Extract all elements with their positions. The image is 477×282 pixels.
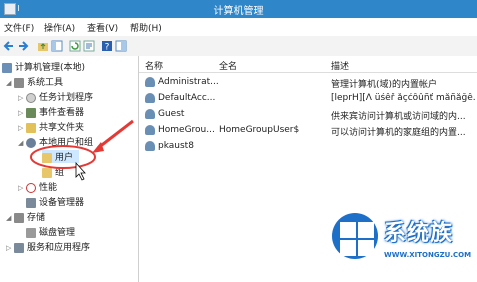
watermark-url: WWW.XITONGZU.COM (384, 251, 472, 259)
highlight-circle (30, 145, 96, 169)
watermark-logo: 系统族 WWW.XITONGZU.COM (326, 205, 476, 281)
annotation-arrow (97, 119, 134, 150)
windows-logo-icon (332, 213, 378, 259)
watermark-brand: 系统族 (384, 221, 454, 246)
